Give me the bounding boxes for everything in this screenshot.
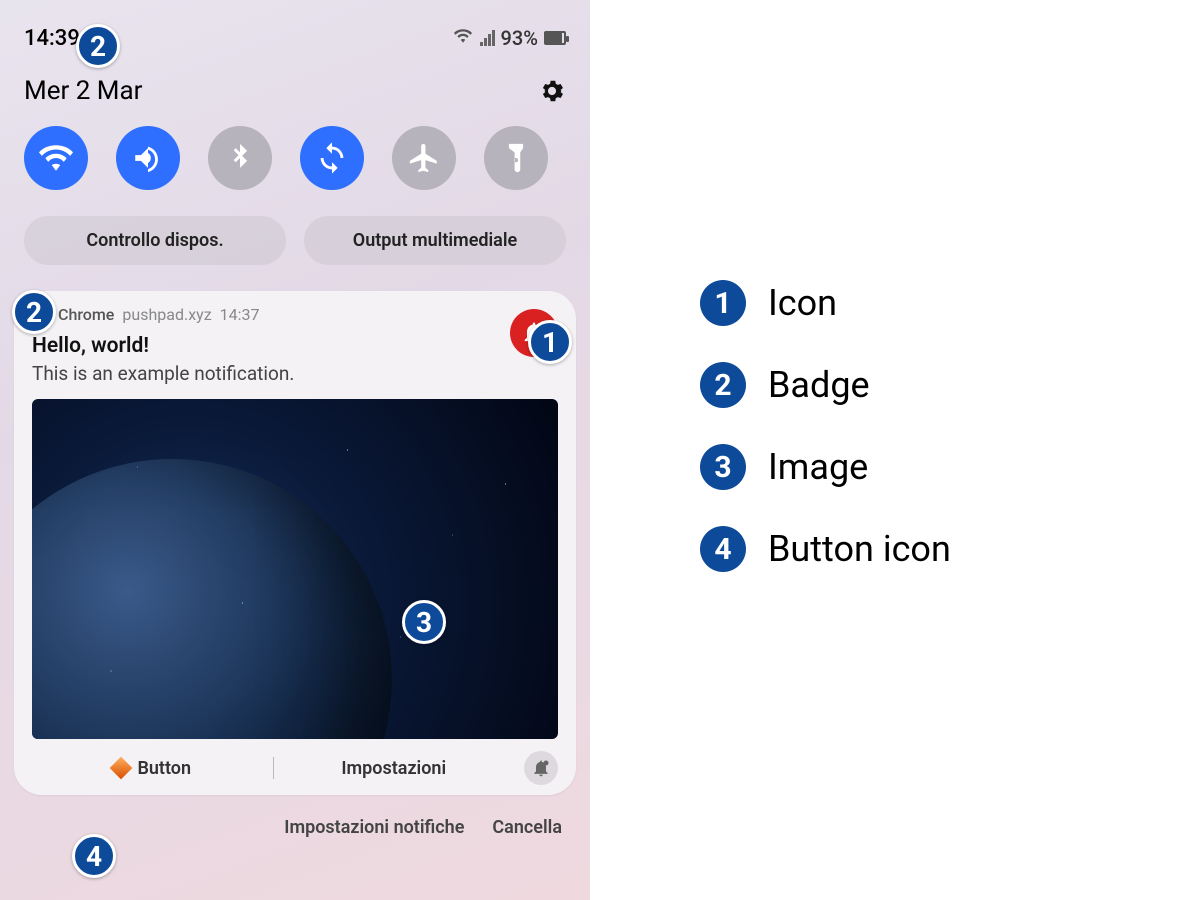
notification-action-button[interactable]: Button bbox=[32, 758, 273, 779]
notification-snooze-icon[interactable] bbox=[524, 751, 558, 785]
qs-sound-toggle[interactable] bbox=[116, 126, 180, 190]
clear-all-button[interactable]: Cancella bbox=[492, 817, 562, 838]
callout-button-icon: 4 bbox=[72, 834, 116, 878]
qs-flashlight-toggle[interactable] bbox=[484, 126, 548, 190]
qs-wifi-toggle[interactable] bbox=[24, 126, 88, 190]
legend-num: 2 bbox=[700, 362, 746, 408]
legend-row: 4 Button icon bbox=[700, 526, 951, 572]
legend-label: Button icon bbox=[768, 528, 951, 570]
notification-domain: pushpad.xyz bbox=[122, 305, 211, 324]
legend-row: 1 Icon bbox=[700, 280, 951, 326]
qs-bluetooth-toggle[interactable] bbox=[208, 126, 272, 190]
callout-image: 3 bbox=[402, 600, 446, 644]
notification-body: This is an example notification. bbox=[32, 362, 558, 385]
notification-action-settings[interactable]: Impostazioni bbox=[274, 758, 515, 779]
media-output-button[interactable]: Output multimediale bbox=[304, 216, 566, 265]
legend-num: 1 bbox=[700, 280, 746, 326]
wifi-icon bbox=[452, 26, 474, 50]
notification-time: 14:37 bbox=[220, 305, 260, 324]
status-right: 93% bbox=[452, 26, 566, 50]
callout-badge-notif: 2 bbox=[12, 290, 56, 334]
signal-icon bbox=[480, 30, 495, 46]
qs-rotate-toggle[interactable] bbox=[300, 126, 364, 190]
callout-icon: 1 bbox=[528, 320, 572, 364]
legend-num: 4 bbox=[700, 526, 746, 572]
notification-card[interactable]: Chrome pushpad.xyz 14:37 Hello, world! T… bbox=[14, 291, 576, 795]
battery-icon bbox=[544, 31, 566, 45]
status-time: 14:39 bbox=[24, 26, 80, 51]
shade-bottom-row: Impostazioni notifiche Cancella bbox=[0, 795, 590, 838]
quick-settings-row bbox=[0, 116, 590, 210]
button-action-icon bbox=[110, 757, 133, 780]
legend-row: 2 Badge bbox=[700, 362, 951, 408]
notification-header: Chrome pushpad.xyz 14:37 bbox=[32, 305, 558, 324]
legend-label: Icon bbox=[768, 282, 837, 324]
legend-row: 3 Image bbox=[700, 444, 951, 490]
legend-label: Image bbox=[768, 446, 868, 488]
qs-airplane-toggle[interactable] bbox=[392, 126, 456, 190]
qs-pill-row: Controllo dispos. Output multimediale bbox=[0, 210, 590, 283]
notification-actions: Button Impostazioni bbox=[32, 751, 558, 785]
settings-gear-icon[interactable] bbox=[538, 77, 566, 105]
notification-app-name: Chrome bbox=[58, 305, 114, 324]
battery-percent: 93% bbox=[501, 26, 538, 50]
legend: 1 Icon 2 Badge 3 Image 4 Button icon bbox=[700, 280, 951, 572]
legend-label: Badge bbox=[768, 364, 870, 406]
notification-image bbox=[32, 399, 558, 739]
notification-action-button-label: Button bbox=[137, 758, 191, 779]
device-control-button[interactable]: Controllo dispos. bbox=[24, 216, 286, 265]
notification-title: Hello, world! bbox=[32, 334, 558, 358]
date-label: Mer 2 Mar bbox=[24, 76, 142, 106]
phone-notification-shade: 14:39 93% Mer 2 Mar bbox=[0, 0, 590, 900]
notification-settings-link[interactable]: Impostazioni notifiche bbox=[284, 817, 464, 838]
legend-num: 3 bbox=[700, 444, 746, 490]
callout-badge-statusbar: 2 bbox=[76, 24, 120, 68]
